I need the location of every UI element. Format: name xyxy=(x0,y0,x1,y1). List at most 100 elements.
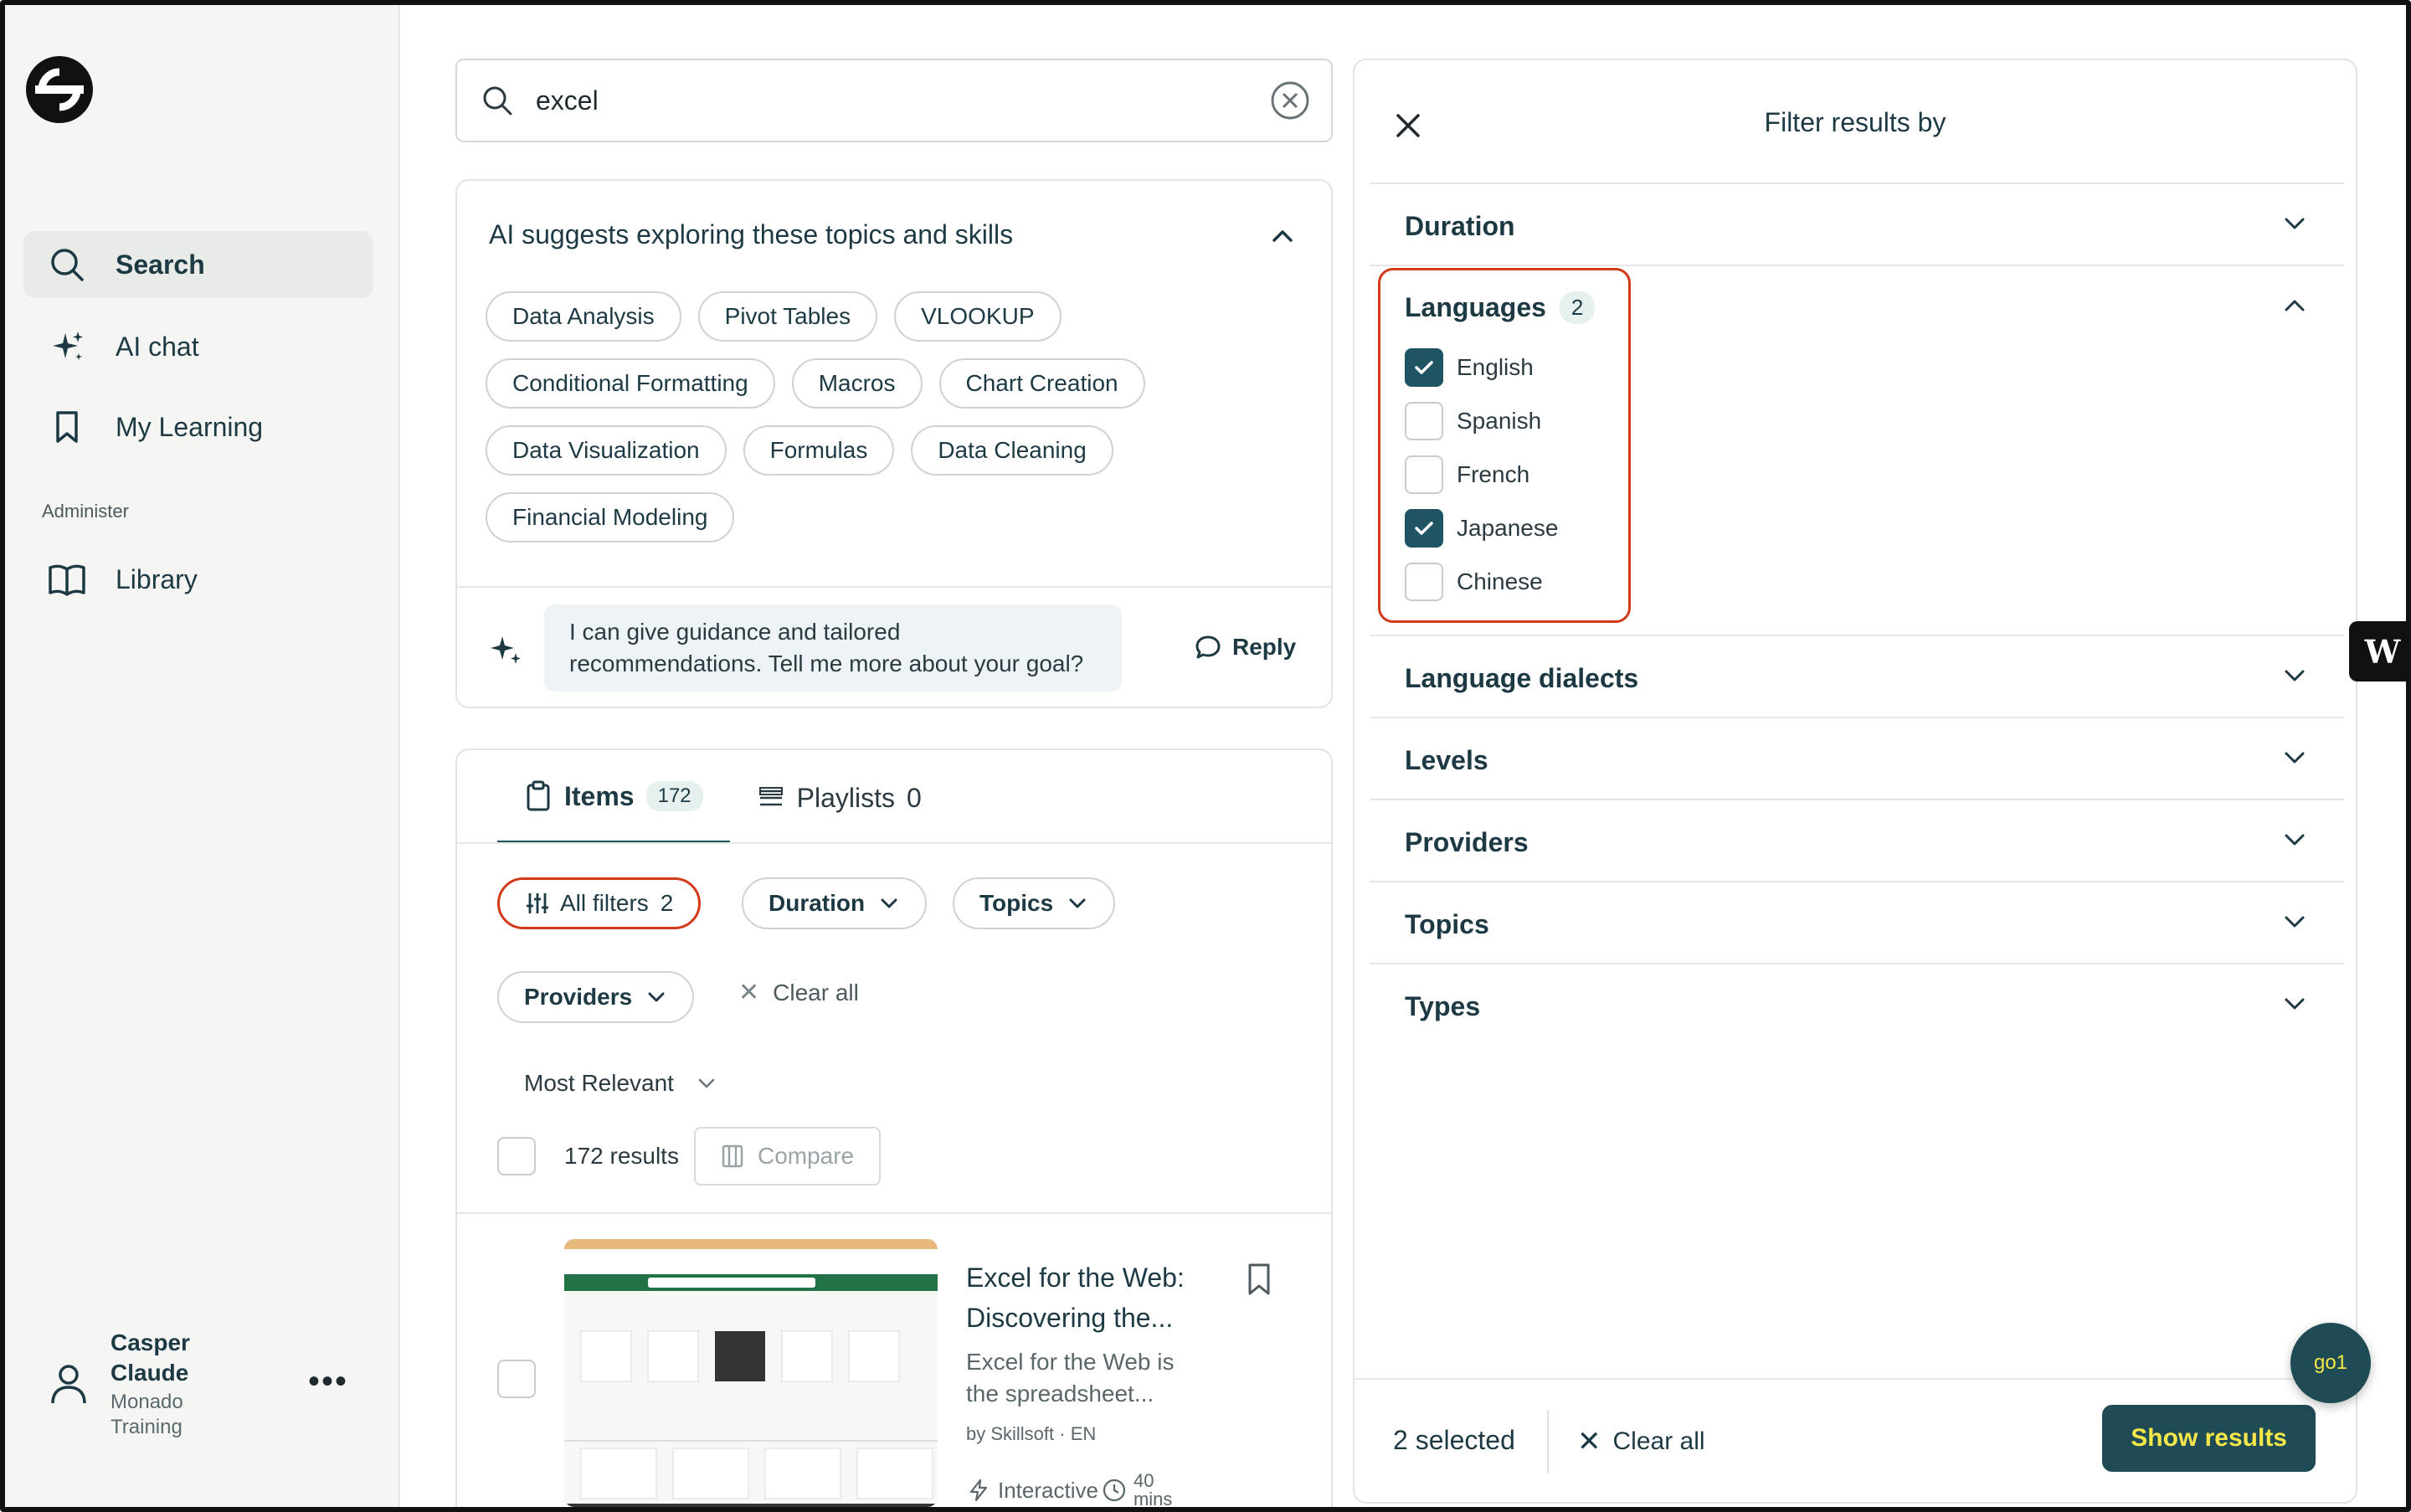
topic-chip[interactable]: Macros xyxy=(791,358,923,409)
sort-label: Most Relevant xyxy=(524,1070,674,1096)
chevron-down-icon xyxy=(2285,916,2305,928)
accordion-language-dialects[interactable]: Language dialects xyxy=(1370,635,2344,717)
language-option-english[interactable]: English xyxy=(1405,348,1534,387)
language-label: English xyxy=(1457,354,1534,380)
nav-item-ai-chat[interactable]: AI chat xyxy=(23,313,373,380)
user-icon xyxy=(51,1365,86,1404)
accordion-label: Types xyxy=(1405,991,1481,1021)
topic-chip[interactable]: Formulas xyxy=(743,425,895,476)
filter-panel-footer: 2 selected ✕ Clear all Show results xyxy=(1355,1378,2356,1502)
item-duration: 40 mins xyxy=(1133,1470,1173,1509)
reply-button[interactable]: Reply xyxy=(1194,633,1296,661)
topic-chip[interactable]: VLOOKUP xyxy=(894,291,1062,342)
topic-chip[interactable]: Conditional Formatting xyxy=(486,358,775,409)
topic-chip[interactable]: Chart Creation xyxy=(938,358,1145,409)
w-extension-badge[interactable]: W xyxy=(2349,621,2406,681)
filter-label: Providers xyxy=(524,984,633,1010)
show-results-button[interactable]: Show results xyxy=(2102,1405,2316,1472)
accordion-label: Language dialects xyxy=(1405,663,1639,693)
section-label-administer: Administer xyxy=(42,501,129,522)
item-type: Interactive 40 mins xyxy=(966,1470,1184,1509)
topic-chip[interactable]: Data Analysis xyxy=(486,291,681,342)
accordion-levels[interactable]: Levels xyxy=(1370,717,2344,799)
filter-label: Topics xyxy=(979,890,1054,916)
chevron-down-icon xyxy=(2285,834,2305,846)
sparkle-icon xyxy=(47,327,87,367)
nav-item-my-learning[interactable]: My Learning xyxy=(23,393,373,460)
nav-item-search[interactable]: Search xyxy=(23,231,373,298)
user-profile[interactable]: Casper Claude Monado Training ••• xyxy=(42,1328,368,1445)
clear-search-icon[interactable] xyxy=(1269,80,1311,121)
language-option-chinese[interactable]: Chinese xyxy=(1405,563,1543,601)
topic-chip[interactable]: Data Cleaning xyxy=(911,425,1113,476)
language-option-japanese[interactable]: Japanese xyxy=(1405,509,1558,548)
accordion-types[interactable]: Types xyxy=(1370,963,2344,1045)
clear-all-button[interactable]: ✕ Clear all xyxy=(1577,1425,1705,1458)
duration-filter-button[interactable]: Duration xyxy=(742,877,928,929)
result-tabs: Items 172 Playlists 0 xyxy=(497,750,948,844)
topic-chip[interactable]: Financial Modeling xyxy=(486,492,735,543)
checkbox-checked[interactable] xyxy=(1405,509,1443,548)
topic-chip[interactable]: Data Visualization xyxy=(486,425,727,476)
tab-count: 0 xyxy=(907,782,922,813)
language-label: Chinese xyxy=(1457,568,1543,594)
chat-bubble-icon xyxy=(1195,635,1221,659)
accordion-providers[interactable]: Providers xyxy=(1370,799,2344,881)
sparkle-icon xyxy=(491,636,521,664)
course-thumbnail[interactable] xyxy=(564,1239,938,1507)
checkbox-checked[interactable] xyxy=(1405,348,1443,387)
tab-label: Playlists xyxy=(796,782,895,813)
results-count: 172 results xyxy=(564,1143,679,1169)
checkbox[interactable] xyxy=(1405,563,1443,601)
item-description: Excel for the Web is the spreadsheet... xyxy=(966,1349,1175,1407)
nav-item-library[interactable]: Library xyxy=(23,546,373,613)
go1-assistant-button[interactable]: go1 xyxy=(2290,1323,2371,1403)
chevron-down-icon xyxy=(2285,752,2305,764)
select-all-checkbox[interactable] xyxy=(497,1137,536,1175)
providers-filter-button[interactable]: Providers xyxy=(497,971,695,1023)
ai-message: I can give guidance and tailored recomme… xyxy=(544,604,1122,692)
item-title[interactable]: Excel for the Web: Discovering the... xyxy=(966,1257,1217,1338)
sidebar: Search AI chat My Learning Administer Li… xyxy=(5,5,400,1507)
accordion-label: Providers xyxy=(1405,827,1529,857)
all-filters-button[interactable]: All filters 2 xyxy=(497,877,702,929)
topic-chip[interactable]: Pivot Tables xyxy=(697,291,878,342)
item-checkbox[interactable] xyxy=(497,1360,536,1398)
accordion-duration[interactable]: Duration xyxy=(1370,183,2344,265)
divider xyxy=(1547,1410,1549,1473)
checkbox[interactable] xyxy=(1405,402,1443,440)
user-org: Monado Training xyxy=(111,1391,183,1438)
tab-playlists[interactable]: Playlists 0 xyxy=(730,752,948,844)
ai-suggestions-title: AI suggests exploring these topics and s… xyxy=(489,219,1014,249)
chevron-down-icon xyxy=(2285,218,2305,229)
compare-button[interactable]: Compare xyxy=(693,1127,882,1185)
filter-panel-title: Filter results by xyxy=(1764,107,1946,137)
bookmark-icon[interactable] xyxy=(1244,1263,1274,1296)
reply-label: Reply xyxy=(1232,634,1297,660)
brand-logo[interactable] xyxy=(23,54,95,126)
tab-items[interactable]: Items 172 xyxy=(497,752,730,844)
clipboard-icon xyxy=(527,780,550,811)
search-input[interactable] xyxy=(536,85,1269,116)
book-open-icon xyxy=(47,559,87,599)
checkbox[interactable] xyxy=(1405,455,1443,494)
chevron-down-icon xyxy=(2285,998,2305,1010)
chevron-up-icon[interactable] xyxy=(1267,221,1298,251)
topic-chips: Data Analysis Pivot Tables VLOOKUP Condi… xyxy=(486,291,1306,559)
chevron-up-icon[interactable] xyxy=(2280,291,2309,320)
more-options-icon[interactable]: ••• xyxy=(308,1363,348,1401)
nav-item-label: AI chat xyxy=(116,331,199,362)
accordion-label[interactable]: Languages 2 xyxy=(1405,291,1596,324)
language-option-spanish[interactable]: Spanish xyxy=(1405,402,1541,440)
language-option-french[interactable]: French xyxy=(1405,455,1529,494)
chevron-down-icon xyxy=(1069,898,1086,908)
topics-filter-button[interactable]: Topics xyxy=(953,877,1116,929)
chevron-down-icon xyxy=(648,992,665,1002)
clear-all-filters-button[interactable]: ✕ Clear all xyxy=(738,978,859,1007)
accordion-topics[interactable]: Topics xyxy=(1370,881,2344,963)
item-meta: by Skillsoft · EN xyxy=(966,1423,1097,1444)
chevron-down-icon xyxy=(2285,670,2305,681)
divider xyxy=(457,1212,1331,1214)
sort-dropdown[interactable]: Most Relevant xyxy=(524,1070,717,1097)
count-badge: 2 xyxy=(1559,291,1596,324)
